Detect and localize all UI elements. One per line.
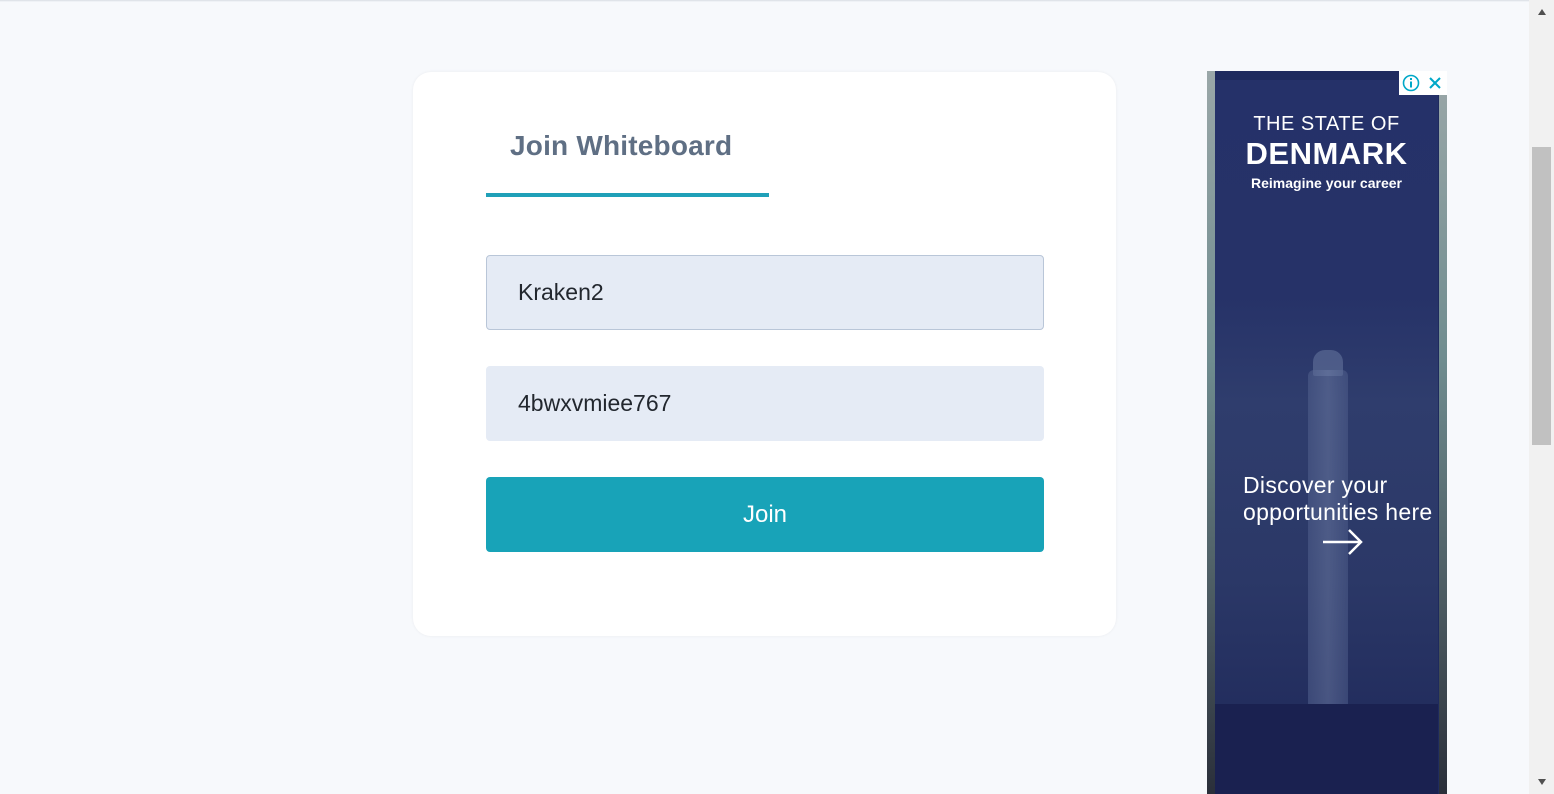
page-scrollbar[interactable] xyxy=(1529,0,1554,794)
ad-frame xyxy=(1207,71,1215,794)
top-shadow xyxy=(0,0,1529,2)
ad-ground xyxy=(1215,704,1438,794)
ad-banner[interactable]: THE STATE OF DENMARK Reimagine your care… xyxy=(1207,71,1447,794)
join-button[interactable]: Join xyxy=(486,477,1044,552)
scroll-down-icon[interactable] xyxy=(1529,774,1554,790)
close-icon[interactable] xyxy=(1423,71,1447,95)
name-input[interactable] xyxy=(486,255,1044,330)
ad-cta-text[interactable]: Discover your opportunities here xyxy=(1243,472,1433,526)
ad-headline-small: THE STATE OF xyxy=(1253,113,1400,135)
ad-tagline: Reimagine your career xyxy=(1251,175,1402,191)
join-card: Join Whiteboard Join xyxy=(413,72,1116,636)
ad-choices xyxy=(1399,71,1447,95)
ad-creative[interactable]: THE STATE OF DENMARK Reimagine your care… xyxy=(1215,80,1438,794)
scroll-thumb[interactable] xyxy=(1532,147,1551,445)
ad-frame xyxy=(1439,71,1447,794)
scroll-up-icon[interactable] xyxy=(1529,4,1554,20)
board-id-input[interactable] xyxy=(486,366,1044,441)
tab-join-whiteboard[interactable]: Join Whiteboard xyxy=(486,112,769,197)
tab-active-indicator xyxy=(486,193,769,197)
ad-headline: DENMARK xyxy=(1245,136,1408,171)
info-icon[interactable] xyxy=(1399,71,1423,95)
tab-label: Join Whiteboard xyxy=(510,130,733,161)
arrow-right-icon xyxy=(1323,529,1363,555)
